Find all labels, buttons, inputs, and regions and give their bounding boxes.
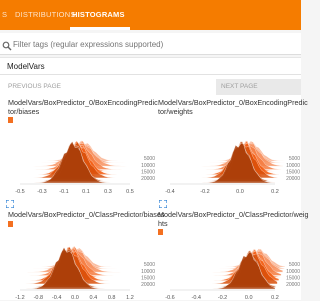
active-tab-indicator (70, 27, 130, 30)
chart-title: ModelVars/BoxPredictor_0/BoxEncodingPred… (8, 98, 158, 116)
x-tick-label: 0.5 (126, 189, 134, 195)
histogram-chart: ModelVars/BoxPredictor_0/BoxEncodingPred… (8, 98, 158, 195)
search-icon (2, 38, 12, 56)
chart-title-line: ModelVars/BoxPredictor_0/ClassPredictor/… (8, 210, 165, 219)
chart-title-line: hts (158, 219, 168, 228)
x-tick-label: -1.2 (15, 295, 24, 301)
x-tick-label: -0.4 (52, 295, 61, 301)
x-tick-label: 0.8 (108, 295, 116, 301)
histogram-plot[interactable]: -1.2 -0.8 -0.4 0.0 0.4 0.8 1.2 2000015000100005… (8, 229, 156, 301)
run-color-swatch (8, 117, 13, 123)
tab-distributions[interactable]: DISTRIBUTIONS (15, 10, 76, 19)
tag-group-card: ModelVars PREVIOUS PAGE NEXT PAGE ModelV… (0, 57, 309, 301)
histogram-plot[interactable]: -0.4 -0.2 0.0 0.22000015000100005000 (158, 124, 301, 195)
group-title[interactable]: ModelVars (7, 62, 45, 71)
x-tick-label: 0.0 (71, 295, 79, 301)
step-label: 5000 (144, 262, 155, 268)
chart-title: ModelVars/BoxPredictor_0/ClassPredictor/… (158, 210, 309, 228)
chart-title-line: tor/biases (8, 107, 40, 116)
step-label: 15000 (141, 275, 155, 281)
next-page-button[interactable]: NEXT PAGE (216, 79, 301, 95)
run-color-swatch (158, 229, 163, 235)
chart-title: ModelVars/BoxPredictor_0/BoxEncodingPred… (158, 98, 308, 116)
step-label: 15000 (286, 275, 300, 281)
x-tick-label: 0.1 (82, 189, 90, 195)
x-tick-label: 1.2 (126, 295, 134, 301)
histogram-plot[interactable]: -0.6 -0.4 -0.2 0.0 0.2 2000015000100005000 (158, 236, 301, 301)
x-tick-label: -0.5 (15, 189, 24, 195)
chart-title-line: ModelVars/BoxPredictor_0/ClassPredictor/… (158, 210, 309, 219)
chart-title-line: ModelVars/BoxPredictor_0/BoxEncodingPred… (8, 98, 158, 107)
step-label: 5000 (289, 156, 300, 162)
x-tick-label: -0.6 (165, 295, 174, 301)
chart-title-line: ModelVars/BoxPredictor_0/BoxEncodingPred… (158, 98, 308, 107)
step-label: 5000 (144, 156, 155, 162)
step-label: 15000 (286, 169, 300, 175)
divider (0, 74, 301, 75)
x-tick-label: 0.3 (104, 189, 112, 195)
step-label: 10000 (141, 163, 155, 169)
tag-filter-bar (0, 33, 301, 55)
x-tick-label: 0.2 (271, 295, 279, 301)
x-tick-label: -0.1 (59, 189, 68, 195)
x-tick-label: 0.4 (90, 295, 98, 301)
x-tick-label: -0.4 (192, 295, 201, 301)
chart-title: ModelVars/BoxPredictor_0/ClassPredictor/… (8, 210, 165, 219)
step-label: 20000 (286, 282, 300, 288)
step-label: 20000 (141, 176, 155, 182)
step-label: 10000 (141, 269, 155, 275)
step-label: 20000 (286, 176, 300, 182)
histogram-plot[interactable]: -0.5 -0.3 -0.1 0.1 0.3 0.5 2000015000100005000 (8, 124, 156, 195)
x-tick-label: 0.0 (245, 295, 253, 301)
step-label: 15000 (141, 169, 155, 175)
chart-title-line: tor/weights (158, 107, 193, 116)
tab-histograms[interactable]: HISTOGRAMS (72, 10, 125, 19)
x-tick-label: 0.2 (271, 189, 279, 195)
tag-filter-input[interactable] (13, 37, 297, 51)
step-label: 20000 (141, 282, 155, 288)
step-label: 10000 (286, 269, 300, 275)
tab-scalars[interactable]: S (2, 10, 7, 19)
step-label: 5000 (289, 262, 300, 268)
x-tick-label: 0.0 (236, 189, 244, 195)
x-tick-label: -0.8 (34, 295, 43, 301)
top-nav-bar: S DISTRIBUTIONS HISTOGRAMS (0, 0, 301, 30)
histogram-chart: ModelVars/BoxPredictor_0/BoxEncodingPred… (158, 98, 308, 195)
histogram-chart: ModelVars/BoxPredictor_0/ClassPredictor/… (158, 210, 309, 301)
step-label: 10000 (286, 163, 300, 169)
run-color-swatch (8, 221, 13, 227)
x-tick-label: -0.2 (200, 189, 209, 195)
x-tick-label: -0.2 (218, 295, 227, 301)
x-tick-label: -0.3 (37, 189, 46, 195)
previous-page-button[interactable]: PREVIOUS PAGE (8, 79, 78, 95)
histogram-chart: ModelVars/BoxPredictor_0/ClassPredictor/… (8, 210, 165, 301)
histogram-slice (19, 141, 131, 184)
